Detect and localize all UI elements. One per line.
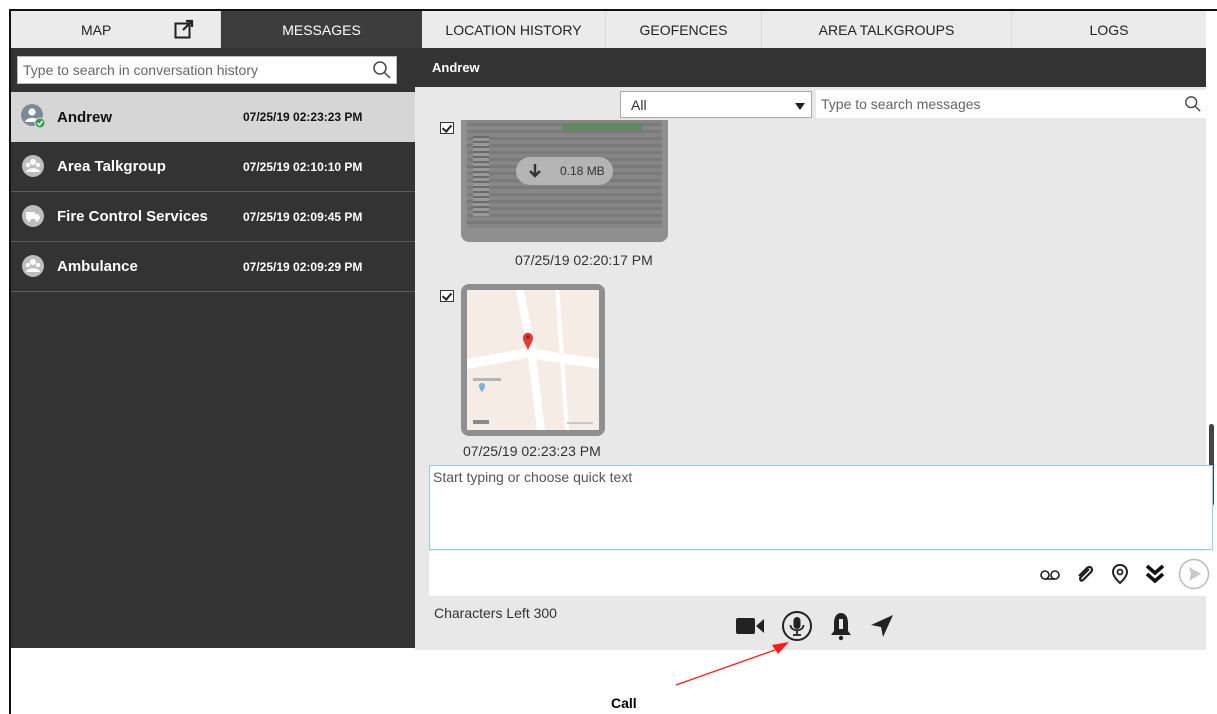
conversation-time: 07/25/19 02:09:29 PM	[243, 259, 363, 274]
thumbnail-detail	[562, 124, 642, 130]
send-icon[interactable]	[1178, 558, 1210, 590]
map-thumbnail	[467, 290, 599, 430]
message-input[interactable]	[430, 466, 1212, 549]
conversation-name: Andrew	[57, 108, 113, 126]
dropdown-caret-icon	[795, 103, 805, 110]
message-thread: 0.18 MB 07/25/19 02:20:17 PM 07/25/19 02…	[415, 120, 1206, 464]
tab-area-talkgroups[interactable]: AREA TALKGROUPS	[762, 11, 1012, 48]
conversation-item-ambulance[interactable]: Ambulance 07/25/19 02:09:29 PM	[11, 242, 415, 292]
top-tab-bar: MAP MESSAGES LOCATION HISTORY GEOFENCES …	[11, 11, 1206, 48]
location-pin-icon[interactable]	[1109, 563, 1131, 585]
conversation-search-input[interactable]	[18, 58, 372, 82]
search-icon[interactable]	[1184, 95, 1202, 113]
location-attachment[interactable]	[461, 284, 605, 436]
message-select-checkbox[interactable]	[440, 290, 454, 302]
message-timestamp: 07/25/19 02:23:23 PM	[463, 443, 601, 459]
download-icon	[529, 164, 541, 178]
compose-toolbar	[429, 551, 1213, 596]
conversation-name: Fire Control Services	[57, 208, 208, 225]
message-filter-value: All	[631, 97, 647, 113]
message-search-input[interactable]	[816, 92, 1184, 116]
conversation-time: 07/25/19 02:23:23 PM	[243, 110, 363, 124]
tab-location-history-label: LOCATION HISTORY	[445, 21, 582, 38]
message-search	[816, 90, 1206, 118]
image-attachment[interactable]: 0.18 MB	[461, 120, 668, 242]
conversation-item-fire-control-services[interactable]: Fire Control Services 07/25/19 02:09:45 …	[11, 192, 415, 242]
tab-logs-label: LOGS	[1089, 21, 1129, 38]
conversation-name: Ambulance	[57, 258, 138, 275]
conversation-item-area-talkgroup[interactable]: Area Talkgroup 07/25/19 02:10:10 PM	[11, 142, 415, 192]
conversation-name: Area Talkgroup	[57, 158, 166, 175]
download-button[interactable]: 0.18 MB	[516, 157, 613, 185]
message-filter-select[interactable]: All	[620, 91, 812, 118]
conversation-search	[17, 56, 397, 84]
video-call-icon[interactable]	[735, 615, 765, 637]
truck-icon	[22, 205, 44, 227]
navigation-arrow-icon[interactable]	[869, 613, 895, 639]
paperclip-icon[interactable]	[1074, 563, 1096, 585]
tab-location-history[interactable]: LOCATION HISTORY	[422, 11, 606, 48]
attachment-size: 0.18 MB	[560, 164, 605, 178]
tab-logs[interactable]: LOGS	[1012, 11, 1206, 48]
message-select-checkbox[interactable]	[440, 122, 454, 134]
call-actions	[735, 610, 911, 642]
group-icon	[22, 155, 44, 177]
conversation-time: 07/25/19 02:10:10 PM	[243, 159, 363, 174]
tab-area-talkgroups-label: AREA TALKGROUPS	[818, 21, 955, 38]
microphone-call-icon[interactable]	[781, 610, 813, 642]
voicemail-icon[interactable]	[1039, 563, 1061, 585]
tab-map[interactable]: MAP	[11, 11, 221, 48]
thumbnail-detail	[473, 136, 489, 216]
tab-messages[interactable]: MESSAGES	[221, 11, 422, 48]
user-online-icon	[21, 104, 45, 128]
message-panel: Andrew All 0.18 MB 07/25/19 02:20:17	[415, 48, 1214, 650]
characters-left-counter: Characters Left 300	[434, 605, 557, 621]
group-icon	[22, 255, 44, 277]
tab-map-label: MAP	[81, 21, 112, 38]
conversation-item-andrew[interactable]: Andrew 07/25/19 02:23:23 PM	[11, 92, 415, 142]
tab-geofences[interactable]: GEOFENCES	[606, 11, 762, 48]
alert-bell-icon[interactable]	[829, 611, 853, 641]
tab-messages-label: MESSAGES	[282, 21, 361, 38]
chevron-double-down-icon[interactable]	[1144, 563, 1166, 585]
search-icon[interactable]	[372, 60, 392, 80]
message-timestamp: 07/25/19 02:20:17 PM	[515, 252, 653, 268]
callout-label: Call	[611, 695, 637, 711]
map-thumbnail-image	[467, 290, 599, 430]
tab-geofences-label: GEOFENCES	[639, 21, 728, 38]
conversation-list: Andrew 07/25/19 02:23:23 PM Area Talkgro…	[11, 92, 415, 292]
compose-box	[429, 465, 1213, 550]
conversation-time: 07/25/19 02:09:45 PM	[243, 209, 363, 224]
popout-icon[interactable]	[174, 19, 194, 39]
conversation-title: Andrew	[415, 48, 1206, 87]
conversation-panel: Andrew 07/25/19 02:23:23 PM Area Talkgro…	[11, 48, 415, 648]
